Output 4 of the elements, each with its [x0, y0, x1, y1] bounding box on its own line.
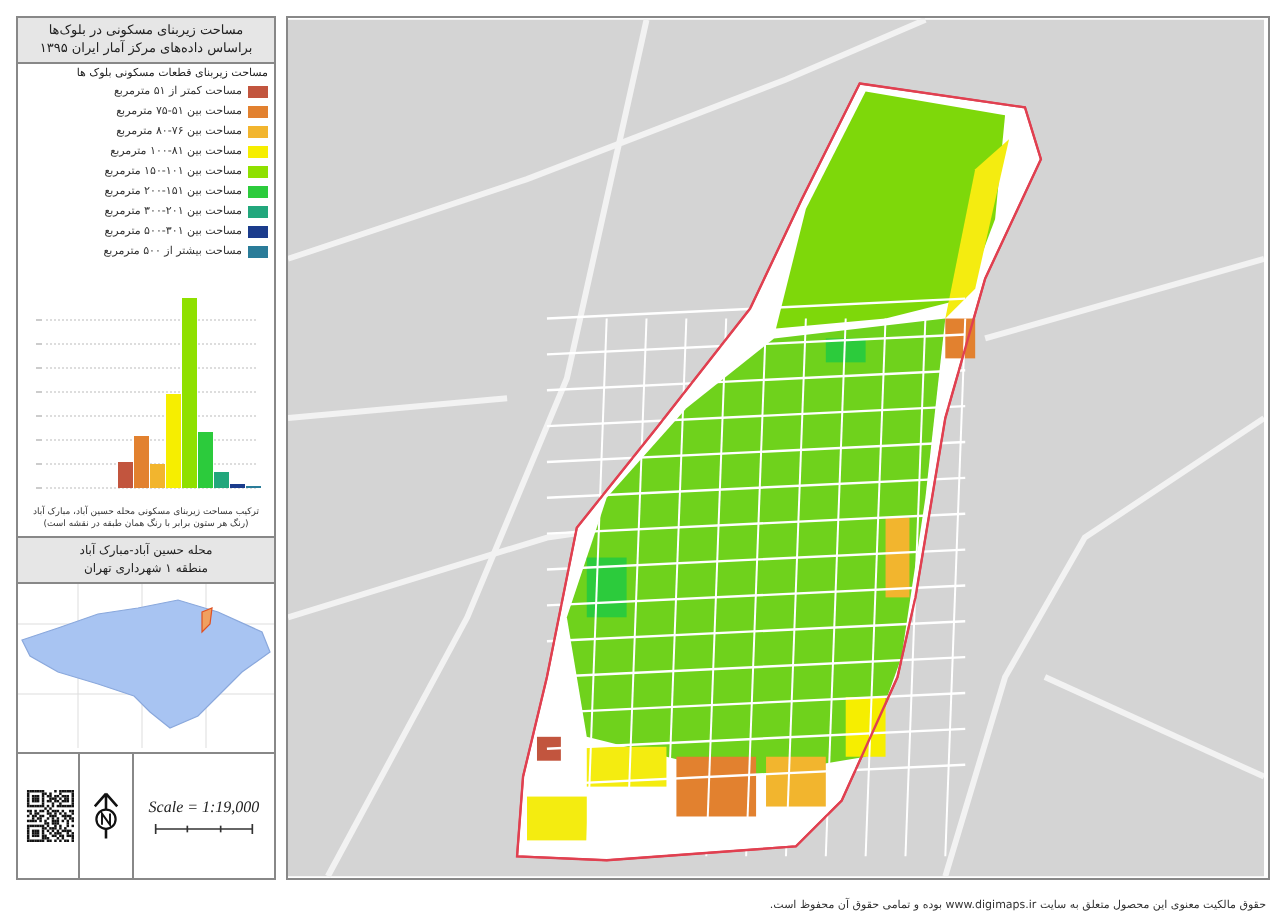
north-arrow-icon	[90, 792, 122, 840]
scale-bar-icon	[154, 824, 254, 834]
qr-code-icon	[22, 790, 74, 842]
scale-text: Scale = 1:19,000	[148, 798, 260, 816]
